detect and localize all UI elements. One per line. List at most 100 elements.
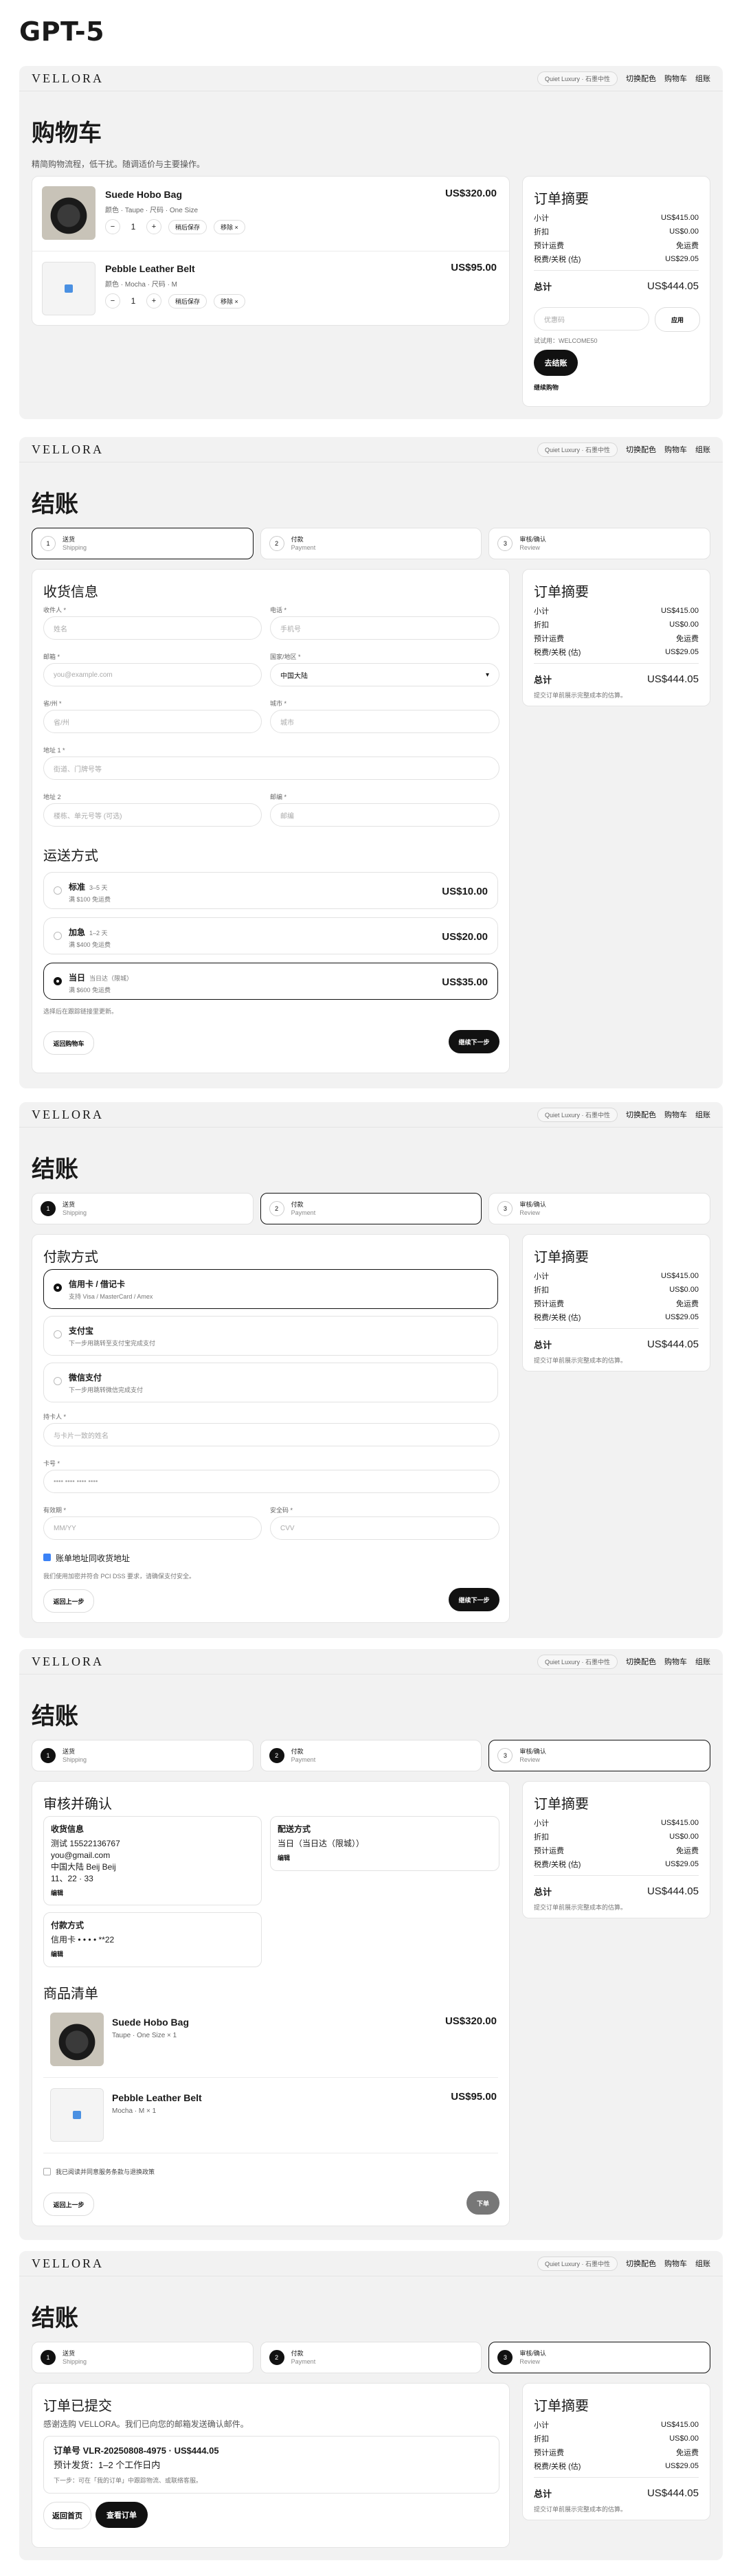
address1-input[interactable]: 街道、门牌号等 [43,757,499,780]
brand-logo[interactable]: VELLORA [32,2256,104,2271]
radio[interactable] [54,1330,62,1339]
belt-image[interactable] [42,262,95,315]
step-shipping[interactable]: 1 送货 Shipping [32,2342,254,2373]
save-later-button[interactable]: 稍后保存 [168,219,207,234]
qty-value[interactable]: 1 [127,222,139,232]
cvv-input[interactable]: CVV [270,1516,499,1540]
province-input[interactable]: 省/州 [43,710,262,733]
theme-pill[interactable]: Quiet Luxury · 石墨中性 [537,71,618,86]
city-input[interactable]: 城市 [270,710,499,733]
step-shipping[interactable]: 1 送货 Shipping [32,1193,254,1224]
step-payment[interactable]: 2 付款 Payment [260,1193,482,1224]
same-address-checkbox[interactable] [43,1554,51,1561]
address2-input[interactable]: 楼栋、单元号等 (可选) [43,803,262,827]
radio[interactable] [54,886,62,895]
checkout-button[interactable]: 去结账 [534,350,578,376]
theme-pill[interactable]: Quiet Luxury · 石墨中性 [537,2256,618,2271]
step-shipping[interactable]: 1 送货 Shipping [32,528,254,559]
belt-image[interactable] [50,2088,104,2142]
switch-color-link[interactable]: 切换配色 [626,444,656,455]
account-link[interactable]: 组账 [695,1656,710,1667]
country-select[interactable]: 中国大陆 ▾ [270,663,499,686]
next-step-button[interactable]: 继续下一步 [449,1030,499,1053]
qty-plus-button[interactable]: + [146,219,161,234]
cart-link[interactable]: 购物车 [664,73,687,84]
view-order-button[interactable]: 查看订单 [95,2502,148,2528]
switch-color-link[interactable]: 切换配色 [626,2258,656,2269]
account-link[interactable]: 组账 [695,1109,710,1120]
shipping-option-sameday[interactable]: 当日 当日达（限城） 满 $600 免运费 US$35.00 [43,963,498,1000]
bag-image[interactable] [50,2013,104,2066]
total-value: US$444.05 [647,2487,699,2499]
continue-shopping-link[interactable]: 继续购物 [534,383,559,392]
cart-link[interactable]: 购物车 [664,1656,687,1667]
payment-option-alipay[interactable]: 支付宝 下一步用跳转至支付宝完成支付 [43,1316,498,1356]
edit-link[interactable]: 编辑 [278,1852,492,1864]
bag-image[interactable] [42,186,95,240]
radio-selected[interactable] [54,977,62,985]
edit-link[interactable]: 编辑 [51,1949,254,1960]
radio-selected[interactable] [54,1284,62,1292]
account-link[interactable]: 组账 [695,444,710,455]
qty-value[interactable]: 1 [127,296,139,306]
account-link[interactable]: 组账 [695,73,710,84]
email-input[interactable]: you@example.com [43,663,262,686]
item-name[interactable]: Pebble Leather Belt [105,263,195,274]
step-payment[interactable]: 2 付款 Payment [260,2342,482,2373]
agree-checkbox[interactable] [43,2168,51,2175]
next-step-button[interactable]: 继续下一步 [449,1588,499,1611]
place-order-button[interactable]: 下单 [466,2191,499,2215]
back-button[interactable]: 返回上一步 [43,2193,94,2216]
step-review[interactable]: 3 审核/确认 Review [488,528,711,559]
step-review[interactable]: 3 审核/确认 Review [488,1193,711,1224]
remove-button[interactable]: 移除 × [214,293,245,309]
switch-color-link[interactable]: 切换配色 [626,1109,656,1120]
edit-link[interactable]: 编辑 [51,1888,254,1899]
zip-input[interactable]: 邮编 [270,803,499,827]
apply-coupon-button[interactable]: 应用 [655,307,700,332]
step-payment[interactable]: 2 付款 Payment [260,1740,482,1771]
expiry-input[interactable]: MM/YY [43,1516,262,1540]
back-to-cart-button[interactable]: 返回购物车 [43,1031,94,1055]
step-shipping[interactable]: 1 送货 Shipping [32,1740,254,1771]
cart-link[interactable]: 购物车 [664,2258,687,2269]
payment-option-wechat[interactable]: 微信支付 下一步用跳转微信完成支付 [43,1363,498,1402]
step-payment[interactable]: 2 付款 Payment [260,528,482,559]
radio[interactable] [54,1377,62,1385]
switch-color-link[interactable]: 切换配色 [626,1656,656,1667]
switch-color-link[interactable]: 切换配色 [626,73,656,84]
shipping-option-standard[interactable]: 标准 3–5 天 满 $100 免运费 US$10.00 [43,872,498,909]
coupon-input[interactable]: 优惠码 [534,307,649,331]
phone-input[interactable]: 手机号 [270,616,499,640]
qty-minus-button[interactable]: − [105,219,120,234]
holder-input[interactable]: 与卡片一致的姓名 [43,1423,499,1446]
step-review[interactable]: 3 审核/确认 Review [488,2342,711,2373]
brand-logo[interactable]: VELLORA [32,443,104,457]
brand-logo[interactable]: VELLORA [32,1108,104,1122]
payment-option-card[interactable]: 信用卡 / 借记卡 支持 Visa / MasterCard / Amex [43,1269,498,1309]
step-review[interactable]: 3 审核/确认 Review [488,1740,711,1771]
cart-link[interactable]: 购物车 [664,1109,687,1120]
back-home-button[interactable]: 返回首页 [43,2502,91,2529]
qty-plus-button[interactable]: + [146,293,161,309]
step-number: 3 [497,1748,513,1763]
item-name[interactable]: Suede Hobo Bag [112,2017,189,2028]
shipping-value: 免运费 [676,242,699,250]
card-number-input[interactable]: •••• •••• •••• •••• [43,1470,499,1493]
item-name[interactable]: Suede Hobo Bag [105,189,182,200]
radio[interactable] [54,932,62,940]
shipping-option-express[interactable]: 加急 1–2 天 满 $400 免运费 US$20.00 [43,917,498,954]
qty-minus-button[interactable]: − [105,293,120,309]
remove-button[interactable]: 移除 × [214,219,245,234]
item-name[interactable]: Pebble Leather Belt [112,2092,202,2103]
name-input[interactable]: 姓名 [43,616,262,640]
cart-link[interactable]: 购物车 [664,444,687,455]
theme-pill[interactable]: Quiet Luxury · 石墨中性 [537,1654,618,1669]
back-button[interactable]: 返回上一步 [43,1589,94,1613]
account-link[interactable]: 组账 [695,2258,710,2269]
brand-logo[interactable]: VELLORA [32,71,104,86]
brand-logo[interactable]: VELLORA [32,1655,104,1669]
theme-pill[interactable]: Quiet Luxury · 石墨中性 [537,442,618,457]
theme-pill[interactable]: Quiet Luxury · 石墨中性 [537,1107,618,1122]
save-later-button[interactable]: 稍后保存 [168,293,207,309]
